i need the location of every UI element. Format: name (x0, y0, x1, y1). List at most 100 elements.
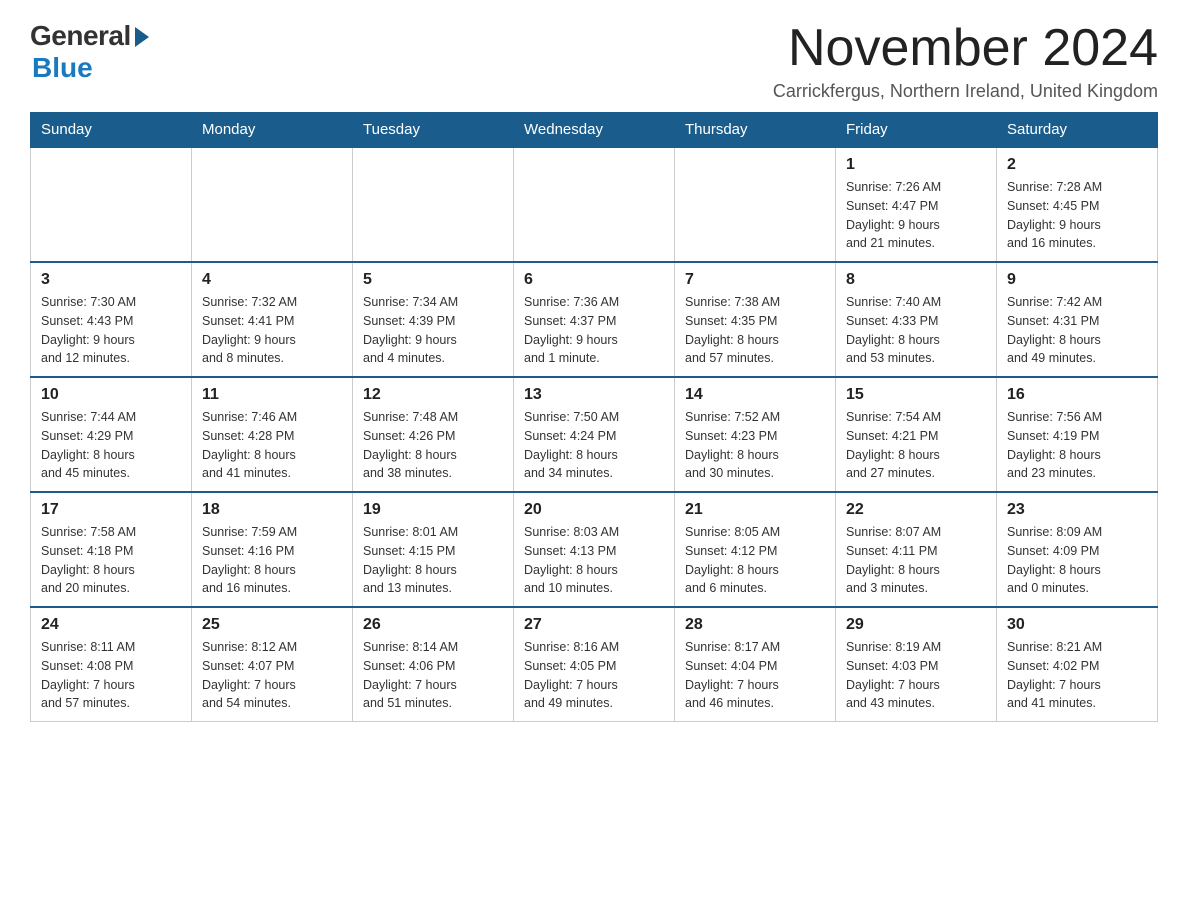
location-subtitle: Carrickfergus, Northern Ireland, United … (773, 81, 1158, 102)
day-number: 14 (685, 386, 825, 404)
day-info: Sunrise: 8:07 AM Sunset: 4:11 PM Dayligh… (846, 523, 986, 598)
day-info: Sunrise: 8:14 AM Sunset: 4:06 PM Dayligh… (363, 638, 503, 713)
weekday-header-saturday: Saturday (997, 113, 1158, 148)
weekday-header-wednesday: Wednesday (514, 113, 675, 148)
day-info: Sunrise: 7:59 AM Sunset: 4:16 PM Dayligh… (202, 523, 342, 598)
calendar-cell: 16 Sunrise: 7:56 AM Sunset: 4:19 PM Dayli… (997, 377, 1158, 492)
day-number: 28 (685, 616, 825, 634)
day-info: Sunrise: 7:36 AM Sunset: 4:37 PM Dayligh… (524, 293, 664, 368)
calendar-cell: 29 Sunrise: 8:19 AM Sunset: 4:03 PM Dayli… (836, 607, 997, 722)
calendar-cell: 19 Sunrise: 8:01 AM Sunset: 4:15 PM Dayli… (353, 492, 514, 607)
month-title: November 2024 (773, 20, 1158, 77)
calendar-cell (353, 147, 514, 262)
day-number: 27 (524, 616, 664, 634)
day-info: Sunrise: 7:32 AM Sunset: 4:41 PM Dayligh… (202, 293, 342, 368)
day-info: Sunrise: 7:52 AM Sunset: 4:23 PM Dayligh… (685, 408, 825, 483)
calendar-cell: 11 Sunrise: 7:46 AM Sunset: 4:28 PM Dayli… (192, 377, 353, 492)
day-number: 12 (363, 386, 503, 404)
day-info: Sunrise: 8:16 AM Sunset: 4:05 PM Dayligh… (524, 638, 664, 713)
day-info: Sunrise: 7:28 AM Sunset: 4:45 PM Dayligh… (1007, 178, 1147, 253)
calendar-cell: 18Sunrise: 7:59 AM Sunset: 4:16 PM Dayli… (192, 492, 353, 607)
day-number: 4 (202, 271, 342, 289)
day-info: Sunrise: 7:46 AM Sunset: 4:28 PM Dayligh… (202, 408, 342, 483)
day-number: 30 (1007, 616, 1147, 634)
calendar-cell: 4 Sunrise: 7:32 AM Sunset: 4:41 PM Daylig… (192, 262, 353, 377)
week-row-4: 17 Sunrise: 7:58 AM Sunset: 4:18 PM Dayli… (31, 492, 1158, 607)
calendar-cell: 24 Sunrise: 8:11 AM Sunset: 4:08 PM Dayli… (31, 607, 192, 722)
day-info: Sunrise: 8:09 AM Sunset: 4:09 PM Dayligh… (1007, 523, 1147, 598)
day-number: 11 (202, 386, 342, 404)
day-info: Sunrise: 8:05 AM Sunset: 4:12 PM Dayligh… (685, 523, 825, 598)
calendar-cell (192, 147, 353, 262)
calendar-table: SundayMondayTuesdayWednesdayThursdayFrid… (30, 112, 1158, 722)
calendar-cell: 6 Sunrise: 7:36 AM Sunset: 4:37 PM Daylig… (514, 262, 675, 377)
day-number: 9 (1007, 271, 1147, 289)
day-number: 5 (363, 271, 503, 289)
weekday-header-monday: Monday (192, 113, 353, 148)
day-number: 20 (524, 501, 664, 519)
calendar-cell: 13Sunrise: 7:50 AM Sunset: 4:24 PM Dayli… (514, 377, 675, 492)
title-area: November 2024 Carrickfergus, Northern Ir… (773, 20, 1158, 102)
calendar-cell: 1 Sunrise: 7:26 AM Sunset: 4:47 PM Daylig… (836, 147, 997, 262)
calendar-cell: 20Sunrise: 8:03 AM Sunset: 4:13 PM Dayli… (514, 492, 675, 607)
header: General Blue November 2024 Carrickfergus… (30, 20, 1158, 102)
day-number: 24 (41, 616, 181, 634)
day-info: Sunrise: 7:26 AM Sunset: 4:47 PM Dayligh… (846, 178, 986, 253)
day-info: Sunrise: 7:48 AM Sunset: 4:26 PM Dayligh… (363, 408, 503, 483)
weekday-header-tuesday: Tuesday (353, 113, 514, 148)
calendar-cell: 21 Sunrise: 8:05 AM Sunset: 4:12 PM Dayli… (675, 492, 836, 607)
day-number: 19 (363, 501, 503, 519)
week-row-1: 1 Sunrise: 7:26 AM Sunset: 4:47 PM Daylig… (31, 147, 1158, 262)
day-info: Sunrise: 7:42 AM Sunset: 4:31 PM Dayligh… (1007, 293, 1147, 368)
day-number: 25 (202, 616, 342, 634)
day-number: 16 (1007, 386, 1147, 404)
calendar-cell: 12 Sunrise: 7:48 AM Sunset: 4:26 PM Dayli… (353, 377, 514, 492)
calendar-cell: 9 Sunrise: 7:42 AM Sunset: 4:31 PM Daylig… (997, 262, 1158, 377)
calendar-cell: 30 Sunrise: 8:21 AM Sunset: 4:02 PM Dayli… (997, 607, 1158, 722)
calendar-cell: 23Sunrise: 8:09 AM Sunset: 4:09 PM Dayli… (997, 492, 1158, 607)
day-number: 1 (846, 156, 986, 174)
calendar-cell: 7Sunrise: 7:38 AM Sunset: 4:35 PM Daylig… (675, 262, 836, 377)
calendar-cell: 26 Sunrise: 8:14 AM Sunset: 4:06 PM Dayli… (353, 607, 514, 722)
day-number: 17 (41, 501, 181, 519)
day-number: 21 (685, 501, 825, 519)
day-info: Sunrise: 7:40 AM Sunset: 4:33 PM Dayligh… (846, 293, 986, 368)
logo-blue-text: Blue (32, 52, 93, 84)
day-info: Sunrise: 8:21 AM Sunset: 4:02 PM Dayligh… (1007, 638, 1147, 713)
calendar-cell: 14 Sunrise: 7:52 AM Sunset: 4:23 PM Dayli… (675, 377, 836, 492)
weekday-header-row: SundayMondayTuesdayWednesdayThursdayFrid… (31, 113, 1158, 148)
day-number: 13 (524, 386, 664, 404)
day-number: 29 (846, 616, 986, 634)
day-info: Sunrise: 8:12 AM Sunset: 4:07 PM Dayligh… (202, 638, 342, 713)
day-info: Sunrise: 8:01 AM Sunset: 4:15 PM Dayligh… (363, 523, 503, 598)
calendar-cell: 2 Sunrise: 7:28 AM Sunset: 4:45 PM Daylig… (997, 147, 1158, 262)
weekday-header-friday: Friday (836, 113, 997, 148)
calendar-cell (31, 147, 192, 262)
calendar-cell: 10Sunrise: 7:44 AM Sunset: 4:29 PM Dayli… (31, 377, 192, 492)
calendar-cell: 28 Sunrise: 8:17 AM Sunset: 4:04 PM Dayli… (675, 607, 836, 722)
day-number: 6 (524, 271, 664, 289)
calendar-cell: 5Sunrise: 7:34 AM Sunset: 4:39 PM Daylig… (353, 262, 514, 377)
day-info: Sunrise: 8:19 AM Sunset: 4:03 PM Dayligh… (846, 638, 986, 713)
day-info: Sunrise: 7:54 AM Sunset: 4:21 PM Dayligh… (846, 408, 986, 483)
calendar-cell: 17 Sunrise: 7:58 AM Sunset: 4:18 PM Dayli… (31, 492, 192, 607)
day-number: 3 (41, 271, 181, 289)
day-info: Sunrise: 7:56 AM Sunset: 4:19 PM Dayligh… (1007, 408, 1147, 483)
day-number: 8 (846, 271, 986, 289)
weekday-header-thursday: Thursday (675, 113, 836, 148)
calendar-cell: 25 Sunrise: 8:12 AM Sunset: 4:07 PM Dayli… (192, 607, 353, 722)
day-info: Sunrise: 7:58 AM Sunset: 4:18 PM Dayligh… (41, 523, 181, 598)
day-number: 2 (1007, 156, 1147, 174)
day-number: 15 (846, 386, 986, 404)
logo-arrow-icon (135, 27, 149, 47)
day-info: Sunrise: 8:17 AM Sunset: 4:04 PM Dayligh… (685, 638, 825, 713)
calendar-cell (675, 147, 836, 262)
calendar-cell: 8 Sunrise: 7:40 AM Sunset: 4:33 PM Daylig… (836, 262, 997, 377)
calendar-cell (514, 147, 675, 262)
day-number: 22 (846, 501, 986, 519)
calendar-cell: 22 Sunrise: 8:07 AM Sunset: 4:11 PM Dayli… (836, 492, 997, 607)
day-info: Sunrise: 8:11 AM Sunset: 4:08 PM Dayligh… (41, 638, 181, 713)
day-number: 26 (363, 616, 503, 634)
calendar-cell: 3Sunrise: 7:30 AM Sunset: 4:43 PM Daylig… (31, 262, 192, 377)
logo: General Blue (30, 20, 149, 84)
